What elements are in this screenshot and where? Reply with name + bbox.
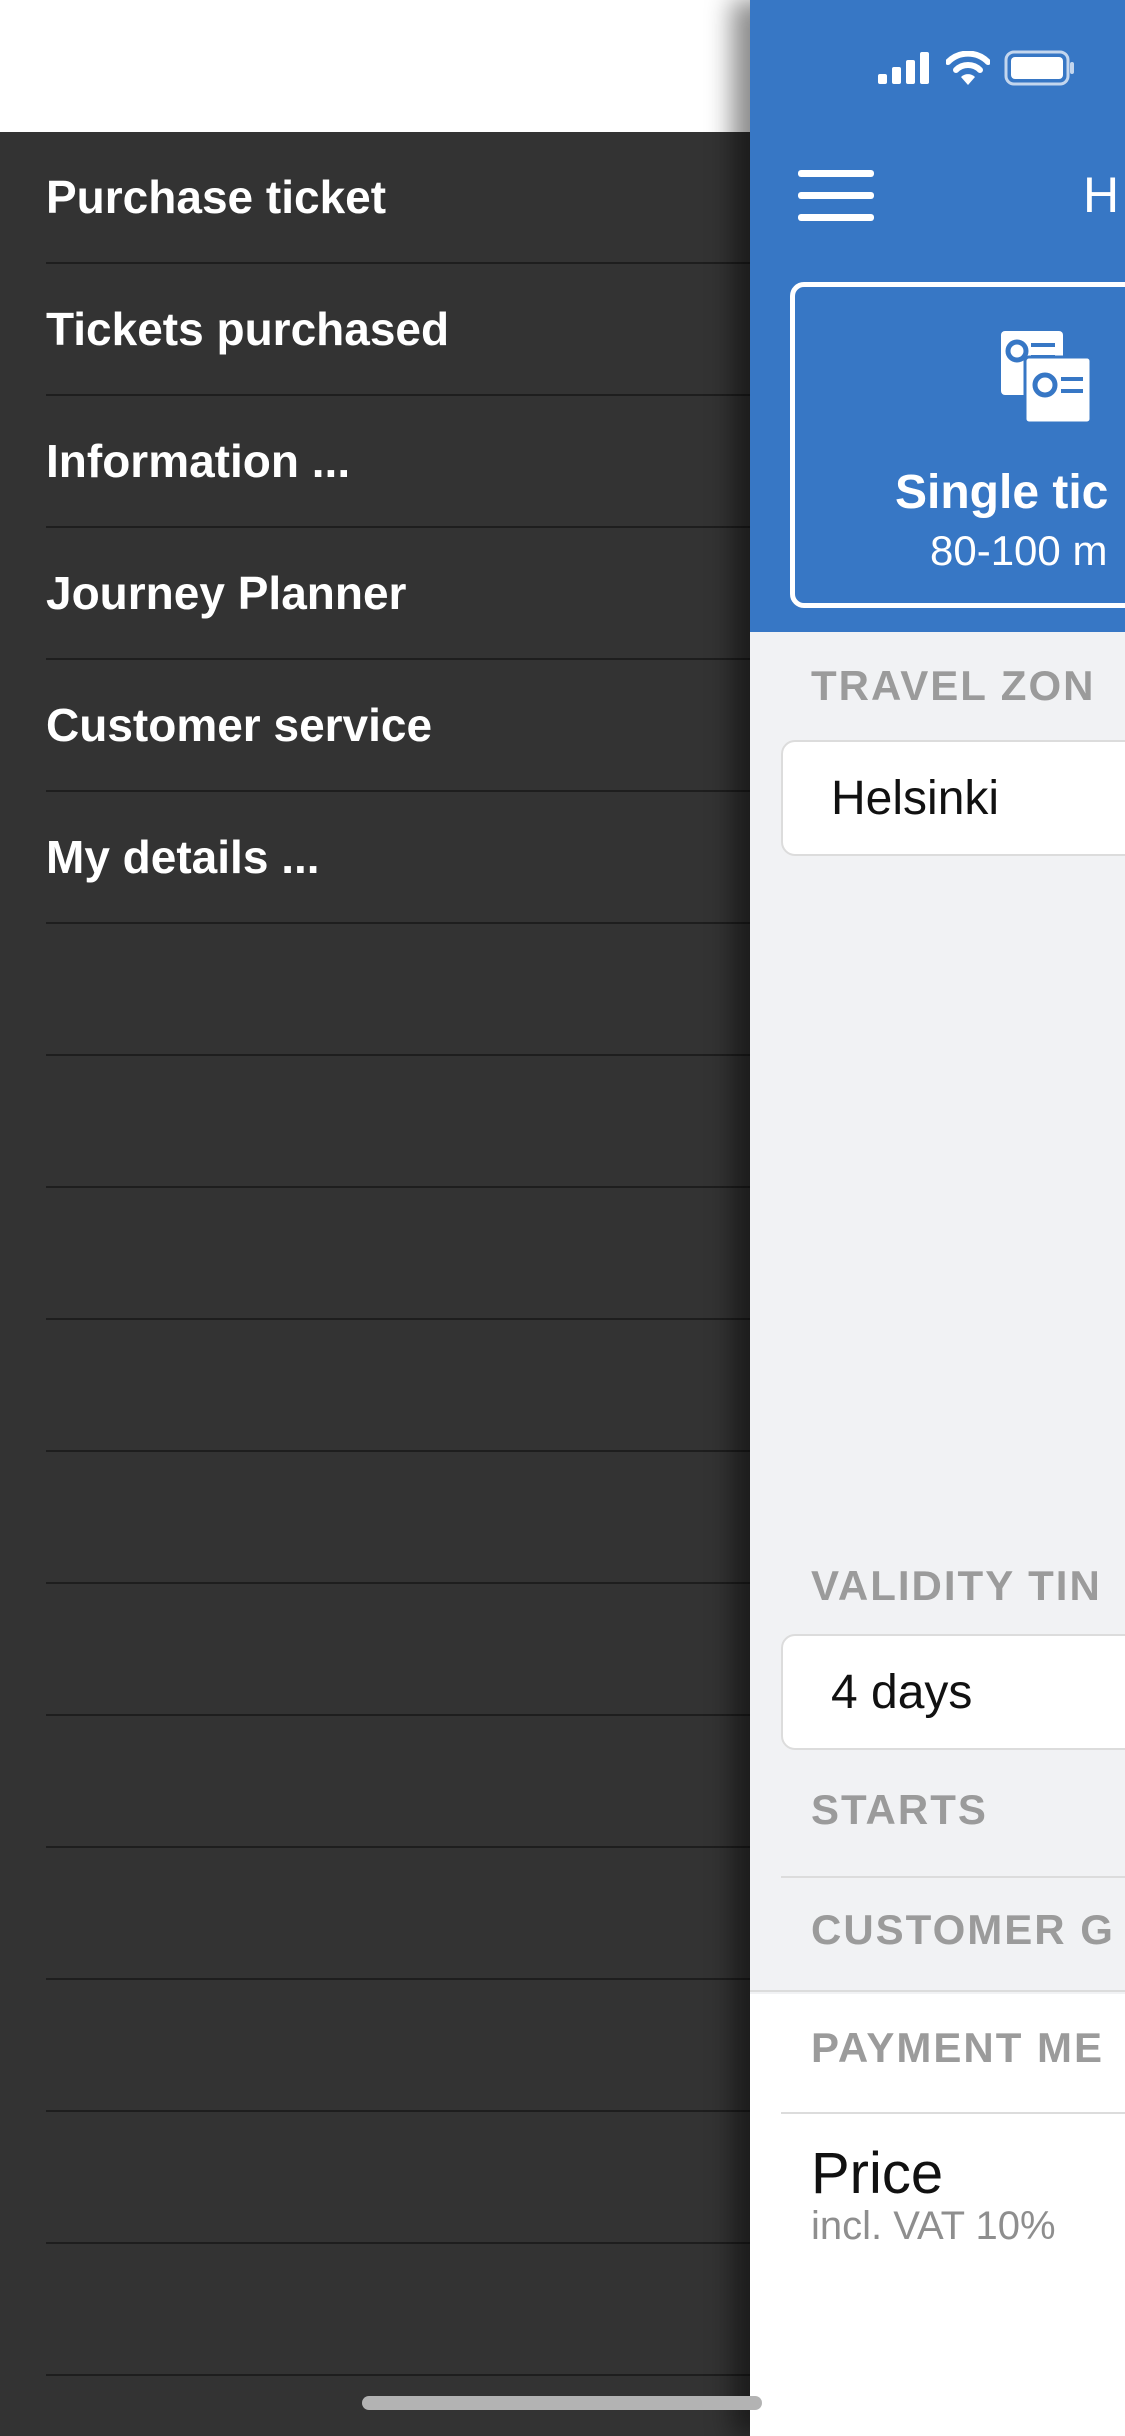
payment-method-label[interactable]: PAYMENT ME bbox=[811, 2024, 1104, 2072]
divider bbox=[781, 2112, 1125, 2114]
page-title: H bbox=[1083, 167, 1120, 223]
menu-item-tickets-purchased[interactable]: Tickets purchased bbox=[46, 264, 750, 396]
empty-menu-row bbox=[46, 1056, 750, 1188]
travel-zone-label: TRAVEL ZON bbox=[811, 662, 1096, 709]
ticket-title: Single tic bbox=[895, 466, 1109, 519]
home-indicator[interactable] bbox=[362, 2396, 762, 2410]
validity-select[interactable]: 4 days bbox=[781, 1634, 1125, 1750]
empty-menu-row bbox=[46, 924, 750, 1056]
empty-menu-row bbox=[46, 1452, 750, 1584]
divider bbox=[750, 1990, 1125, 1992]
empty-menu-row bbox=[46, 1848, 750, 1980]
ticket-duration: 80-100 m bbox=[930, 527, 1108, 574]
empty-menu-row bbox=[46, 1716, 750, 1848]
empty-menu-row bbox=[46, 2244, 750, 2376]
price-label: Price bbox=[811, 2141, 944, 2206]
menu-item-label: My details ... bbox=[46, 831, 320, 883]
hamburger-icon[interactable] bbox=[798, 170, 874, 222]
travel-zone-select[interactable]: Helsinki bbox=[781, 740, 1125, 856]
menu-item-label: Customer service bbox=[46, 699, 433, 751]
menu-item-my-details[interactable]: My details ... bbox=[46, 792, 750, 924]
empty-menu-row bbox=[46, 1188, 750, 1320]
empty-menu-row bbox=[46, 2112, 750, 2244]
main-panel[interactable]: H Single tic 80-100 m TRAVEL ZON Helsink… bbox=[750, 0, 1125, 2436]
menu-item-journey-planner[interactable]: Journey Planner bbox=[46, 528, 750, 660]
empty-menu-row bbox=[46, 1584, 750, 1716]
validity-label: VALIDITY TIN bbox=[811, 1562, 1102, 1609]
menu-item-label: Purchase ticket bbox=[46, 171, 387, 223]
divider bbox=[781, 1876, 1125, 1878]
menu-item-label: Tickets purchased bbox=[46, 303, 450, 355]
status-bar bbox=[878, 50, 1076, 86]
menu-item-label: Journey Planner bbox=[46, 567, 407, 619]
starts-label[interactable]: STARTS bbox=[811, 1786, 988, 1834]
vat-note: incl. VAT 10% bbox=[811, 2204, 1056, 2248]
menu-item-customer-service[interactable]: Customer service bbox=[46, 660, 750, 792]
ticket-settings-icon bbox=[1001, 331, 1093, 425]
side-drawer: Purchase ticket Tickets purchased Inform… bbox=[0, 132, 750, 2436]
ticket-type-card[interactable]: Single tic 80-100 m bbox=[790, 282, 1125, 608]
menu-item-label: Information ... bbox=[46, 435, 351, 487]
wifi-icon bbox=[946, 51, 990, 85]
signal-icon bbox=[878, 52, 929, 84]
status-bar-left bbox=[0, 0, 750, 132]
battery-icon bbox=[1004, 50, 1074, 86]
menu-item-information[interactable]: Information ... bbox=[46, 396, 750, 528]
menu-item-purchase-ticket[interactable]: Purchase ticket bbox=[46, 132, 750, 264]
empty-menu-row bbox=[46, 1320, 750, 1452]
customer-group-label[interactable]: CUSTOMER G bbox=[811, 1906, 1115, 1954]
empty-menu-row bbox=[46, 1980, 750, 2112]
